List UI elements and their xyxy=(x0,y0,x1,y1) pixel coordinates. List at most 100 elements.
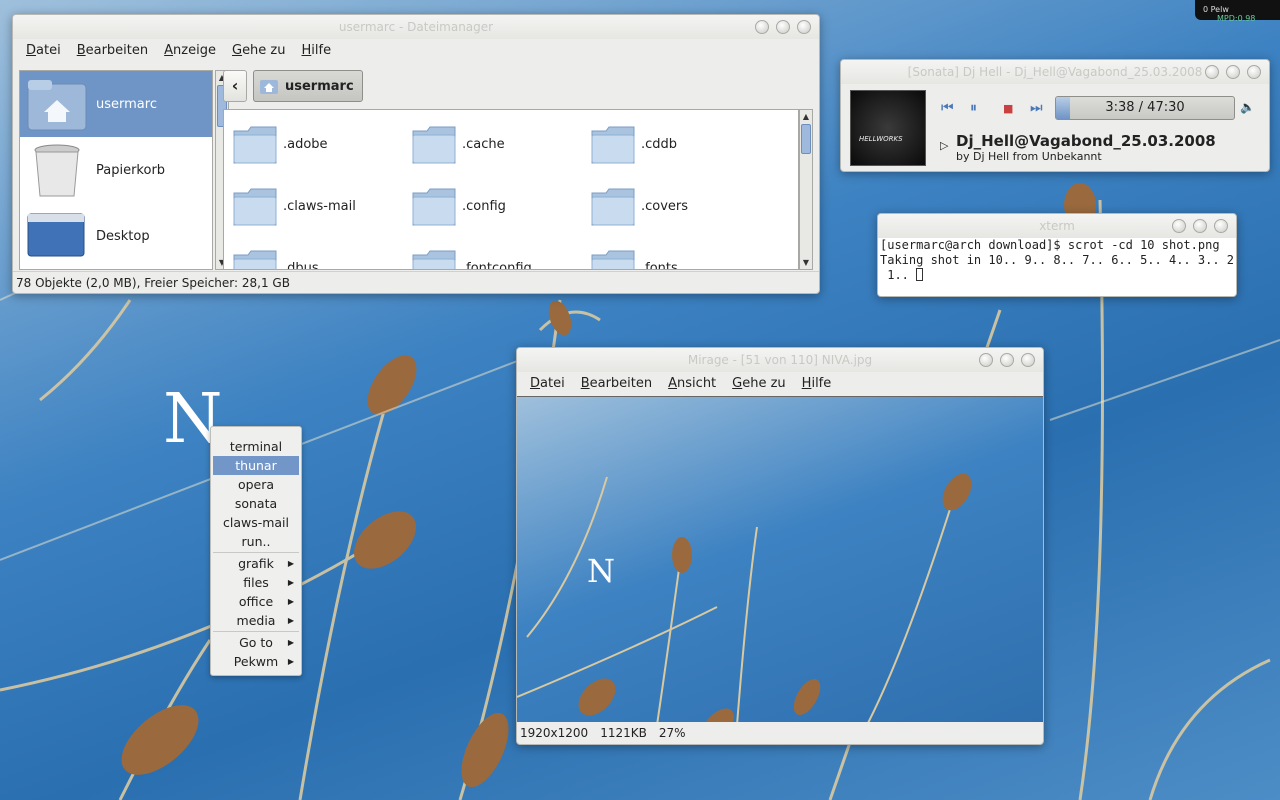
folder-icon xyxy=(590,245,636,269)
sidebar-item-home[interactable]: usermarc xyxy=(20,71,212,137)
folder-icon xyxy=(411,245,457,269)
expand-icon[interactable]: ▷ xyxy=(940,139,948,152)
menu-bearbeiten[interactable]: Bearbeiten xyxy=(578,376,665,391)
file-item[interactable]: .covers xyxy=(590,181,760,231)
mirage-titlebar[interactable]: Mirage - [51 von 110] NIVA.jpg xyxy=(517,348,1043,372)
menu-item-terminal[interactable]: terminal xyxy=(211,437,301,456)
track-progress-bar[interactable]: 3:38 / 47:30 xyxy=(1055,96,1235,120)
menu-item-opera[interactable]: opera xyxy=(211,475,301,494)
menu-datei[interactable]: Datei xyxy=(527,376,578,391)
maximize-button[interactable] xyxy=(1000,353,1014,367)
folder-icon xyxy=(232,245,278,269)
menu-item-sonata[interactable]: sonata xyxy=(211,494,301,513)
file-item[interactable]: .fontconfig xyxy=(411,243,581,270)
menu-hilfe[interactable]: Hilfe xyxy=(799,376,845,391)
n-logo: N xyxy=(587,552,615,590)
terminal-line: [usermarc@arch download]$ scrot -cd 10 s… xyxy=(880,238,1220,252)
mirage-title: Mirage - [51 von 110] NIVA.jpg xyxy=(687,353,873,367)
image-zoom: 27% xyxy=(658,726,686,740)
submenu-arrow-icon: ▶ xyxy=(287,559,294,568)
menu-anzeige[interactable]: Anzeige xyxy=(161,43,229,58)
menu-bearbeiten[interactable]: Bearbeiten xyxy=(74,43,161,58)
prev-track-icon[interactable]: ⏮ xyxy=(941,100,954,116)
close-button[interactable] xyxy=(1214,219,1228,233)
submenu-office[interactable]: office ▶ xyxy=(211,592,301,611)
track-time: 3:38 / 47:30 xyxy=(1105,100,1185,115)
stop-icon[interactable]: ■ xyxy=(1003,102,1013,115)
xterm-titlebar[interactable]: xterm xyxy=(878,214,1236,238)
sonata-titlebar[interactable]: [Sonata] Dj Hell - Dj_Hell@Vagabond_25.0… xyxy=(841,60,1269,84)
desktop-icon xyxy=(26,208,88,264)
minimize-button[interactable] xyxy=(1172,219,1186,233)
file-item[interactable]: .claws-mail xyxy=(232,181,402,231)
menu-item-run[interactable]: run.. xyxy=(211,532,301,551)
file-item[interactable]: .config xyxy=(411,181,581,231)
terminal-output[interactable]: [usermarc@arch download]$ scrot -cd 10 s… xyxy=(878,238,1236,296)
submenu-go-to[interactable]: Go to ▶ xyxy=(211,633,301,652)
menu-gehe-zu[interactable]: Gehe zu xyxy=(229,43,299,58)
file-label: .cddb xyxy=(641,136,678,152)
file-label: .dbus xyxy=(283,260,319,270)
menu-hilfe[interactable]: Hilfe xyxy=(299,43,345,58)
minimize-button[interactable] xyxy=(979,353,993,367)
scroll-down-arrow-icon[interactable]: ▼ xyxy=(800,256,812,269)
submenu-files[interactable]: files ▶ xyxy=(211,573,301,592)
path-bar: ‹ usermarc xyxy=(223,70,363,102)
sidebar-item-trash[interactable]: Papierkorb xyxy=(20,137,212,203)
menu-gehe-zu[interactable]: Gehe zu xyxy=(729,376,799,391)
file-label: .fontconfig xyxy=(462,260,532,270)
file-item[interactable]: .adobe xyxy=(232,119,402,169)
volume-icon[interactable]: 🔈 xyxy=(1240,100,1255,114)
home-folder-icon xyxy=(26,76,88,132)
menu-item-thunar[interactable]: thunar xyxy=(213,456,299,475)
menu-ansicht[interactable]: Ansicht xyxy=(665,376,729,391)
trash-icon xyxy=(26,142,88,198)
close-button[interactable] xyxy=(1247,65,1261,79)
file-item[interactable]: .fonts xyxy=(590,243,760,269)
file-view: .adobe .cache .cddb .claws-mail .config .cove… xyxy=(223,109,799,270)
song-title: Dj_Hell@Vagabond_25.03.2008 xyxy=(956,132,1216,150)
pause-icon[interactable]: ⏸ xyxy=(970,100,977,116)
sidebar-item-label: Papierkorb xyxy=(96,162,166,178)
minimize-button[interactable] xyxy=(1205,65,1219,79)
folder-icon xyxy=(232,183,278,229)
path-crumb-usermarc[interactable]: usermarc xyxy=(253,70,363,102)
submenu-arrow-icon: ▶ xyxy=(287,578,294,587)
path-label: usermarc xyxy=(285,78,354,94)
maximize-button[interactable] xyxy=(1193,219,1207,233)
thunar-titlebar[interactable]: usermarc - Dateimanager xyxy=(13,15,819,39)
file-item[interactable]: .dbus xyxy=(232,243,402,270)
maximize-button[interactable] xyxy=(776,20,790,34)
maximize-button[interactable] xyxy=(1226,65,1240,79)
image-viewer-canvas[interactable]: N xyxy=(517,396,1043,722)
file-item[interactable]: .cddb xyxy=(590,119,760,169)
back-button[interactable]: ‹ xyxy=(223,70,247,102)
menu-separator xyxy=(213,631,299,632)
close-button[interactable] xyxy=(1021,353,1035,367)
menu-item-claws-mail[interactable]: claws-mail xyxy=(211,513,301,532)
album-cover[interactable]: HELLWORKS xyxy=(850,90,926,166)
menu-datei[interactable]: Datei xyxy=(23,43,74,58)
mirage-statusbar: 1920x1200 1121KB 27% xyxy=(520,722,686,744)
submenu-pekwm[interactable]: Pekwm ▶ xyxy=(211,652,301,671)
submenu-arrow-icon: ▶ xyxy=(287,638,294,647)
file-label: .adobe xyxy=(283,136,328,152)
folder-icon xyxy=(411,183,457,229)
sidebar-item-label: usermarc xyxy=(96,96,157,112)
file-item[interactable]: .cache xyxy=(411,119,581,169)
xterm-window: xterm [usermarc@arch download]$ scrot -c… xyxy=(877,213,1237,297)
scroll-up-arrow-icon[interactable]: ▲ xyxy=(800,110,812,123)
submenu-arrow-icon: ▶ xyxy=(287,597,294,606)
thunar-statusbar: 78 Objekte (2,0 MB), Freier Speicher: 28… xyxy=(13,271,819,293)
file-view-scrollbar[interactable]: ▲ ▼ xyxy=(799,109,813,270)
places-sidebar: usermarc Papierkorb Desktop xyxy=(19,70,213,270)
submenu-arrow-icon: ▶ xyxy=(287,657,294,666)
close-button[interactable] xyxy=(797,20,811,34)
minimize-button[interactable] xyxy=(755,20,769,34)
top-widget-left: 0 Pelw xyxy=(1203,5,1229,14)
next-track-icon[interactable]: ⏭ xyxy=(1030,100,1043,116)
submenu-grafik[interactable]: grafik ▶ xyxy=(211,554,301,573)
sidebar-item-desktop[interactable]: Desktop xyxy=(20,203,212,269)
submenu-media[interactable]: media ▶ xyxy=(211,611,301,630)
top-status-widget: 0 Pelw MPD:0.98 xyxy=(1195,0,1280,23)
